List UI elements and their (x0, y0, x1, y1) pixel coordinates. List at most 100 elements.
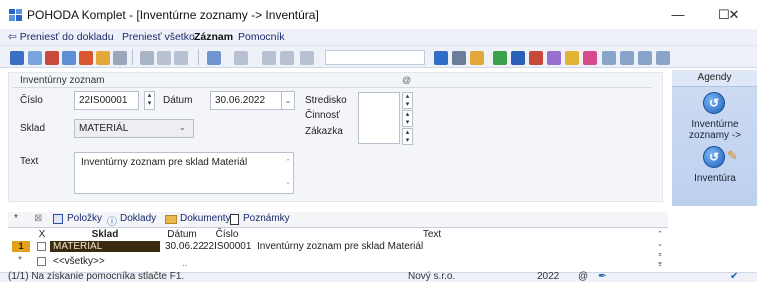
barcode-icon[interactable] (583, 51, 597, 65)
refresh-icon[interactable] (262, 51, 276, 65)
chevron-down-icon: ⌄ (284, 96, 292, 105)
filter-sklad-value[interactable]: <<všetky>> (53, 256, 105, 267)
column-header-x[interactable]: X (36, 229, 48, 241)
first-record-icon[interactable] (28, 51, 42, 65)
datum-label: Dátum (163, 95, 193, 106)
zakazka-label: Zákazka (305, 126, 343, 137)
cinnost-picker-button[interactable]: ▴ ▾ (402, 110, 413, 127)
stredisko-label: Stredisko (305, 95, 347, 106)
save-icon[interactable] (113, 51, 127, 65)
menu-item-transfer-to-document[interactable]: ⇦ Preniesť do dokladu (8, 31, 114, 43)
note-icon (230, 214, 239, 225)
sklad-select[interactable]: MATERIÁL (74, 119, 194, 138)
tab-dokumenty[interactable]: Dokumenty (180, 213, 231, 224)
cislo-spin-button[interactable]: ▴ ▾ (144, 91, 155, 110)
sklad-label: Sklad (20, 123, 46, 134)
filter-tab-icon[interactable]: ⊠ (34, 213, 42, 224)
panel-icon[interactable] (638, 51, 652, 65)
pencil-icon: ✎ (727, 148, 738, 163)
edit-icon[interactable] (157, 51, 171, 65)
status-at-icon: @ (578, 271, 589, 282)
zakazka-picker-button[interactable]: ▴ ▾ (402, 128, 413, 145)
section-title: Inventúrny zoznam (20, 75, 105, 86)
chevron-down-icon: ⌄ (179, 123, 186, 132)
filter-row-checkbox[interactable] (37, 257, 46, 266)
stredisko-cinnost-zakazka-field[interactable] (358, 92, 400, 144)
section-header (12, 74, 652, 88)
cell-cislo: 22IS00001 (203, 241, 252, 252)
status-year: 2022 (537, 271, 560, 282)
folder-icon (165, 215, 177, 224)
calc-icon[interactable] (547, 51, 561, 65)
help-icon[interactable] (656, 51, 670, 65)
cell-datum: 30.06.22 (165, 241, 204, 252)
row-indicator: 1 (12, 241, 30, 252)
cell-text: Inventúrny zoznam pre sklad Materiál (257, 241, 424, 252)
funnel-icon[interactable] (452, 51, 466, 65)
toolbar-separator (198, 49, 199, 65)
delete-icon[interactable] (174, 51, 188, 65)
toolbar-grip-icon[interactable] (10, 51, 24, 65)
cislo-field[interactable]: 22IS00001 (74, 91, 139, 110)
agenda-circle-pencil-icon[interactable]: ↺ (703, 146, 725, 168)
back-icon[interactable] (207, 51, 221, 65)
menu-item-record[interactable]: Záznam (194, 31, 233, 43)
info-icon: ⓘ (107, 217, 117, 228)
text-label: Text (20, 156, 39, 167)
column-header-datum[interactable]: Dátum (162, 229, 202, 241)
layout-icon[interactable] (620, 51, 634, 65)
agenda-circle-icon[interactable]: ↺ (703, 92, 725, 114)
menu-item-help[interactable]: Pomocník (238, 31, 285, 43)
tab-doklady[interactable]: Doklady (120, 213, 156, 224)
window-title: POHODA Komplet - [Inventúrne zoznamy -> … (27, 8, 319, 22)
menu-item-transfer-all[interactable]: Preniesť všetko (122, 31, 195, 43)
cinnost-label: Činnosť (305, 110, 340, 121)
tab-polozky[interactable]: Položky (67, 213, 102, 224)
window-icon[interactable] (602, 51, 616, 65)
search-field[interactable] (325, 50, 425, 65)
cell-sklad: MATERIÁL (53, 241, 103, 252)
column-header-cislo[interactable]: Číslo (204, 229, 250, 241)
stredisko-picker-button[interactable]: ▴ ▾ (402, 92, 413, 109)
status-company: Nový s.r.o. (408, 271, 456, 282)
text-area-scrollbar[interactable]: ⌃ ⌄ (283, 153, 293, 193)
export-icon[interactable] (79, 51, 93, 65)
report-icon[interactable] (529, 51, 543, 65)
row-select-checkbox[interactable] (37, 242, 46, 251)
close-button[interactable]: ✕ (711, 0, 757, 29)
open-icon[interactable] (96, 51, 110, 65)
forward-icon[interactable] (234, 51, 248, 65)
pohoda-app-icon (9, 9, 22, 21)
new-icon[interactable] (140, 51, 154, 65)
preview-icon[interactable] (62, 51, 76, 65)
agenda-item-inventurne-zoznamy[interactable]: Inventúrne zoznamy -> (674, 119, 756, 141)
filter-row-marker: * (18, 255, 22, 266)
stock-icon[interactable] (493, 51, 507, 65)
filter-icon[interactable] (280, 51, 294, 65)
copy-icon[interactable] (300, 51, 314, 65)
status-check-icon: ✔ (730, 271, 739, 282)
agenda-header: Agendy (672, 70, 757, 87)
column-header-sklad[interactable]: Sklad (50, 229, 160, 241)
grid-scrollbar[interactable]: ⌃ ⌄ ⌅ ⌆ (655, 230, 665, 270)
tab-poznamky[interactable]: Poznámky (243, 213, 290, 224)
minimize-button[interactable]: — (655, 0, 701, 29)
filter-datum-value[interactable]: .. (182, 258, 188, 269)
status-hint: (1/1) Na získanie pomocníka stlačte F1. (8, 271, 185, 282)
toolbar-separator (132, 49, 133, 65)
section-at-icon: @ (402, 75, 412, 85)
cislo-label: Číslo (20, 95, 43, 106)
status-pen-icon: ✒ (598, 271, 607, 282)
agenda-item-inventura[interactable]: Inventúra (674, 173, 756, 184)
datum-field[interactable]: 30.06.2022 (210, 91, 282, 110)
print-icon[interactable] (45, 51, 59, 65)
sort-icon[interactable] (434, 51, 448, 65)
text-area[interactable]: Inventúrny zoznam pre sklad Materiál (74, 152, 294, 194)
globe-icon[interactable] (511, 51, 525, 65)
column-header-text[interactable]: Text (252, 229, 612, 241)
users-icon[interactable] (565, 51, 579, 65)
datum-dropdown-button[interactable]: ⌄ (281, 91, 295, 110)
new-record-tab-icon[interactable]: * (14, 213, 18, 224)
list-icon (53, 214, 63, 224)
folder-toolbar-icon[interactable] (470, 51, 484, 65)
